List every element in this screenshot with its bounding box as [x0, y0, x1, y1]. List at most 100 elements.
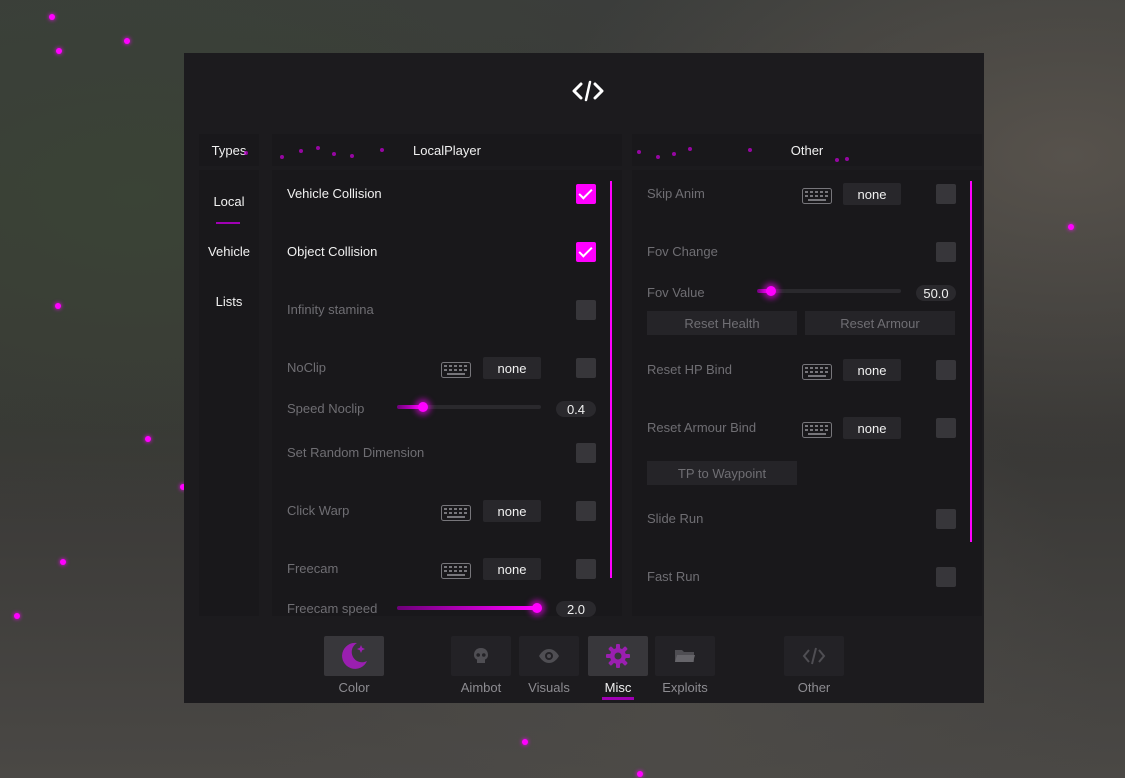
localplayer-scrollbar[interactable] — [610, 181, 612, 578]
other-title: Other — [790, 142, 824, 158]
folder-icon — [675, 650, 695, 662]
freecam-checkbox[interactable] — [576, 559, 596, 579]
types-item-vehicle[interactable]: Vehicle — [199, 244, 259, 259]
header-particle — [656, 155, 660, 159]
types-item-lists[interactable]: Lists — [199, 294, 259, 309]
slider-knob[interactable] — [417, 402, 428, 412]
types-selected-indicator — [216, 222, 240, 224]
fov-change-checkbox[interactable] — [936, 242, 956, 262]
noclip-checkbox[interactable] — [576, 358, 596, 378]
reset-hp-bind-button[interactable]: none — [843, 359, 901, 381]
freecam-label: Freecam — [287, 561, 339, 576]
nav-aimbot-button[interactable] — [451, 636, 511, 676]
fov-value-slider[interactable] — [757, 286, 901, 296]
other-list: Skip Anim none Fov Change Fov Value 50.0… — [632, 170, 982, 616]
localplayer-list: Vehicle Collision Object Collision Infin… — [272, 170, 622, 617]
header-particle — [280, 155, 284, 159]
fast-run-label: Fast Run — [647, 569, 700, 584]
nav-other-label: Other — [797, 680, 831, 695]
reset-hp-bind-checkbox[interactable] — [936, 360, 956, 380]
other-scrollbar[interactable] — [970, 181, 972, 542]
header-particle — [350, 154, 354, 158]
infinity-stamina-checkbox[interactable] — [576, 300, 596, 320]
keyboard-icon — [802, 188, 832, 204]
keyboard-icon — [441, 563, 471, 579]
click-warp-bind-button[interactable]: none — [483, 500, 541, 522]
nav-color-button[interactable] — [324, 636, 384, 676]
background-particle — [124, 38, 130, 44]
localplayer-header: LocalPlayer — [272, 134, 622, 166]
reset-hp-bind-label: Reset HP Bind — [647, 362, 733, 377]
types-header: Types — [199, 134, 259, 166]
fov-value-label: Fov Value — [647, 285, 705, 300]
fov-value-value: 50.0 — [916, 285, 956, 301]
background-particle — [145, 436, 151, 442]
click-warp-checkbox[interactable] — [576, 501, 596, 521]
keyboard-icon — [802, 364, 832, 380]
background-particle — [55, 303, 61, 309]
background-particle — [522, 739, 528, 745]
tp-to-waypoint-button[interactable]: TP to Waypoint — [647, 461, 797, 485]
nav-visuals-button[interactable] — [519, 636, 579, 676]
header-particle — [748, 148, 752, 152]
skip-anim-bind-button[interactable]: none — [843, 183, 901, 205]
freecam-speed-slider[interactable] — [397, 603, 542, 613]
header-particle — [672, 152, 676, 156]
keyboard-icon — [441, 505, 471, 521]
other-header: Other — [632, 134, 982, 166]
background-particle — [1068, 224, 1074, 230]
header-particle — [637, 150, 641, 154]
infinity-stamina-label: Infinity stamina — [287, 302, 374, 317]
reset-armour-bind-label: Reset Armour Bind — [647, 420, 757, 435]
gear-icon — [606, 644, 630, 668]
reset-armour-button[interactable]: Reset Armour — [805, 311, 955, 335]
freecam-bind-button[interactable]: none — [483, 558, 541, 580]
header-particle — [299, 149, 303, 153]
fov-change-label: Fov Change — [647, 244, 718, 259]
slider-fill — [397, 606, 537, 610]
reset-health-button[interactable]: Reset Health — [647, 311, 797, 335]
nav-other-button[interactable] — [784, 636, 844, 676]
set-random-dimension-checkbox[interactable] — [576, 443, 596, 463]
object-collision-checkbox[interactable] — [576, 242, 596, 262]
noclip-bind-button[interactable]: none — [483, 357, 541, 379]
skull-icon — [474, 648, 488, 663]
background-particle — [49, 14, 55, 20]
header-particle — [380, 148, 384, 152]
keyboard-icon — [441, 362, 471, 378]
reset-armour-bind-checkbox[interactable] — [936, 418, 956, 438]
speed-noclip-label: Speed Noclip — [287, 401, 365, 416]
freecam-speed-value: 2.0 — [556, 601, 596, 617]
nav-exploits-button[interactable] — [655, 636, 715, 676]
code-brackets-icon — [572, 79, 604, 106]
fast-run-checkbox[interactable] — [936, 567, 956, 587]
moon-icon — [342, 642, 367, 669]
types-item-local[interactable]: Local — [199, 194, 259, 209]
vehicle-collision-label: Vehicle Collision — [287, 186, 382, 201]
reset-armour-bind-button[interactable]: none — [843, 417, 901, 439]
slider-knob[interactable] — [531, 603, 542, 613]
types-list: Local Vehicle Lists — [199, 170, 259, 616]
header-particle — [332, 152, 336, 156]
nav-misc-button[interactable] — [588, 636, 648, 676]
nav-exploits-label: Exploits — [662, 680, 708, 695]
header-particle — [835, 158, 839, 162]
background-particle — [60, 559, 66, 565]
eye-icon — [539, 649, 559, 663]
freecam-speed-label: Freecam speed — [287, 601, 378, 616]
slider-knob[interactable] — [766, 286, 777, 296]
slide-run-checkbox[interactable] — [936, 509, 956, 529]
nav-visuals-label: Visuals — [528, 680, 570, 695]
vehicle-collision-checkbox[interactable] — [576, 184, 596, 204]
code-icon — [802, 647, 826, 665]
types-title: Types — [211, 142, 247, 158]
noclip-label: NoClip — [287, 360, 327, 375]
skip-anim-checkbox[interactable] — [936, 184, 956, 204]
object-collision-label: Object Collision — [287, 244, 378, 259]
skip-anim-label: Skip Anim — [647, 186, 705, 201]
speed-noclip-slider[interactable] — [397, 402, 541, 412]
background-particle — [14, 613, 20, 619]
header-particle — [845, 157, 849, 161]
header-particle — [244, 151, 248, 155]
menu-panel: Types Local Vehicle Lists LocalPlayer Ve… — [184, 53, 984, 703]
